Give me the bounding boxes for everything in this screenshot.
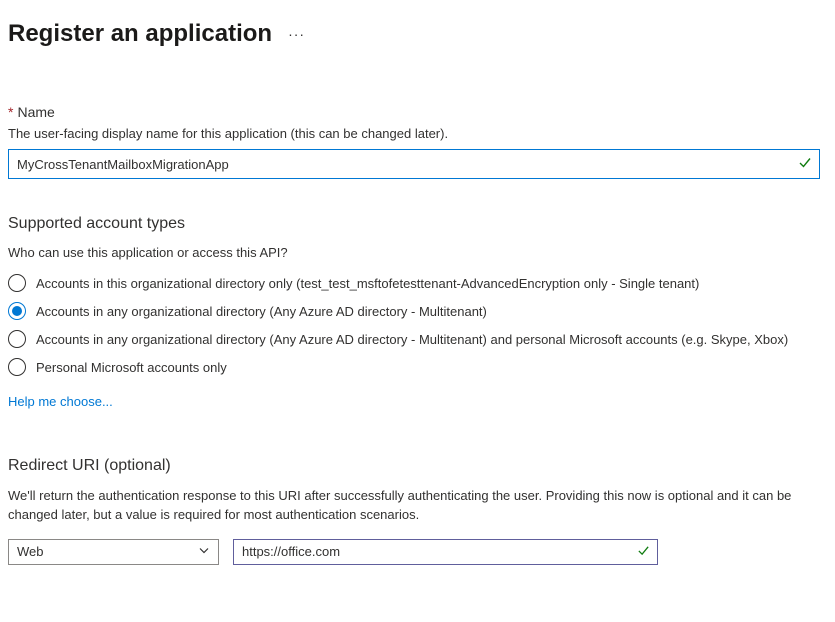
redirect-heading: Redirect URI (optional)	[8, 457, 827, 475]
page-title: Register an application	[8, 20, 272, 48]
name-label-text: Name	[17, 104, 54, 120]
radio-multitenant-personal[interactable]: Accounts in any organizational directory…	[8, 330, 827, 348]
help-me-choose-link[interactable]: Help me choose...	[8, 394, 113, 409]
required-asterisk: *	[8, 104, 13, 120]
radio-label: Accounts in any organizational directory…	[36, 304, 487, 319]
name-input[interactable]	[8, 149, 820, 179]
radio-icon	[8, 274, 26, 292]
radio-label: Accounts in this organizational director…	[36, 276, 699, 291]
radio-label: Accounts in any organizational directory…	[36, 332, 788, 347]
radio-personal-only[interactable]: Personal Microsoft accounts only	[8, 358, 827, 376]
radio-icon	[8, 358, 26, 376]
platform-select-value: Web	[17, 544, 44, 559]
radio-multitenant[interactable]: Accounts in any organizational directory…	[8, 302, 827, 320]
radio-single-tenant[interactable]: Accounts in this organizational director…	[8, 274, 827, 292]
name-field-label: *Name	[8, 104, 827, 120]
account-types-question: Who can use this application or access t…	[8, 245, 827, 260]
redirect-uri-input[interactable]	[233, 539, 658, 565]
more-actions-icon[interactable]: ···	[288, 26, 305, 42]
chevron-down-icon	[198, 544, 210, 559]
radio-icon	[8, 330, 26, 348]
redirect-description: We'll return the authentication response…	[8, 487, 824, 525]
name-helper-text: The user-facing display name for this ap…	[8, 126, 827, 141]
account-types-radio-group: Accounts in this organizational director…	[8, 274, 827, 376]
radio-label: Personal Microsoft accounts only	[36, 360, 227, 375]
platform-select[interactable]: Web	[8, 539, 219, 565]
account-types-heading: Supported account types	[8, 215, 827, 233]
radio-icon	[8, 302, 26, 320]
